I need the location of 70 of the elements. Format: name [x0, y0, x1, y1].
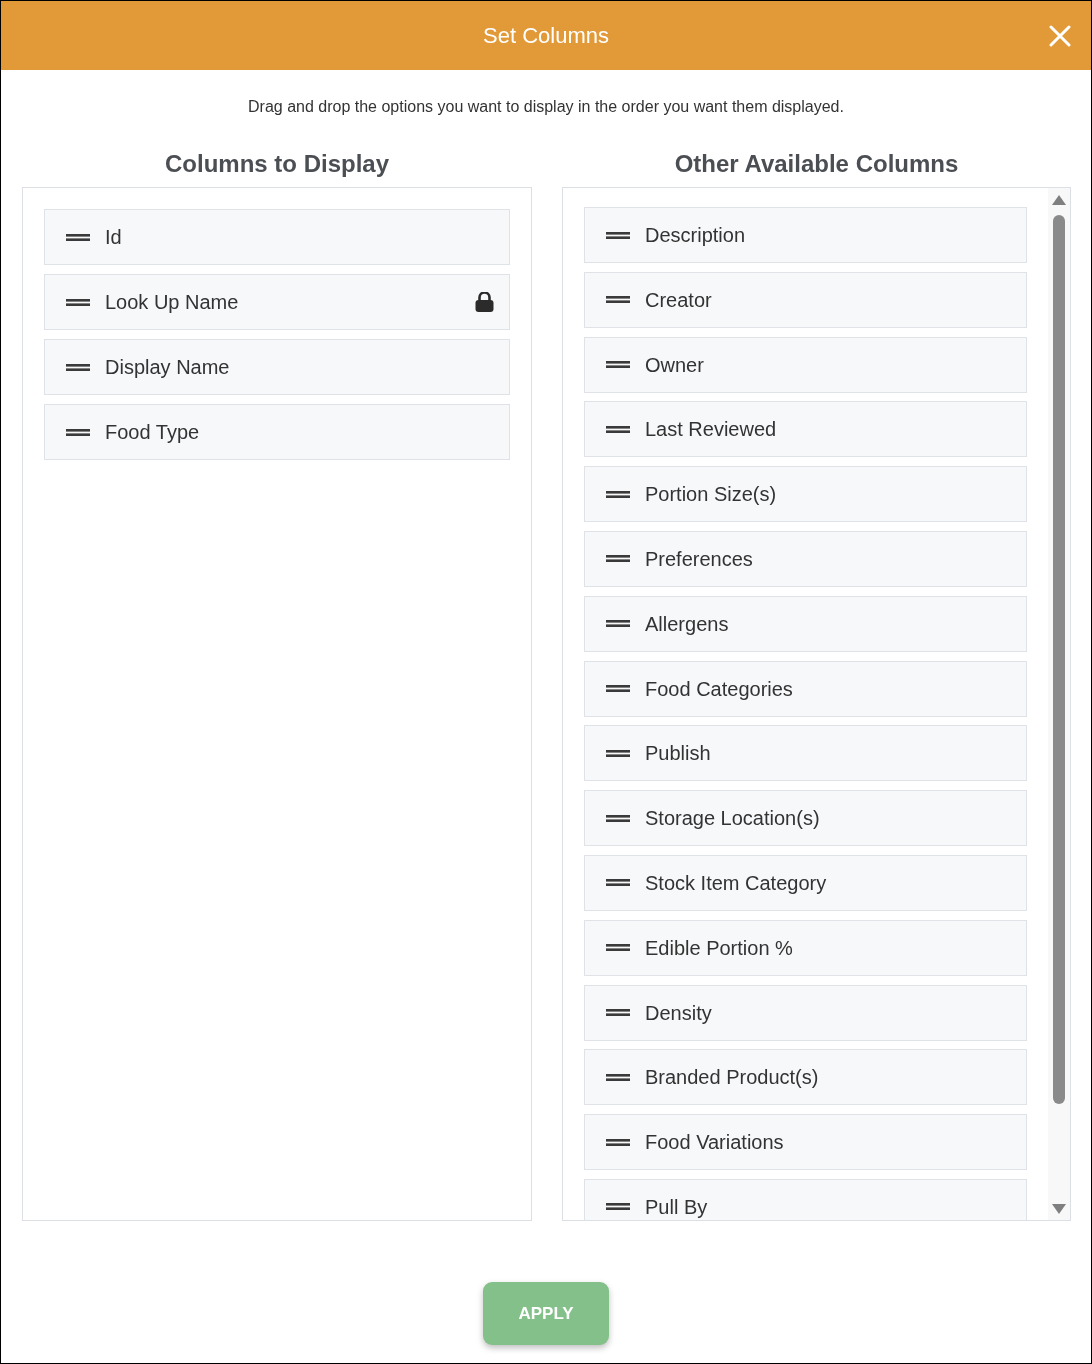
column-option-label: Edible Portion %: [645, 937, 793, 958]
dialog-title: Set Columns: [483, 21, 609, 50]
column-option[interactable]: Density: [584, 984, 1027, 1041]
column-option-label: Display Name: [105, 357, 230, 377]
column-option-label: Allergens: [645, 613, 729, 634]
close-icon: [1049, 24, 1071, 47]
column-option[interactable]: Food Categories: [584, 660, 1027, 717]
column-option[interactable]: Look Up Name: [44, 274, 510, 330]
drag-handle-icon[interactable]: [606, 685, 630, 693]
drag-handle-icon[interactable]: [606, 296, 630, 304]
column-option-label: Food Variations: [645, 1132, 784, 1153]
column-option[interactable]: Allergens: [584, 595, 1027, 652]
column-option[interactable]: Display Name: [44, 339, 510, 395]
column-option[interactable]: Owner: [584, 336, 1027, 393]
column-heading: Other Available Columns: [674, 149, 959, 179]
drag-handle-icon[interactable]: [66, 428, 90, 436]
drag-handle-icon[interactable]: [606, 1138, 630, 1146]
column-option-label: Food Type: [105, 422, 200, 442]
drag-handle-icon[interactable]: [606, 620, 630, 628]
drag-handle-icon[interactable]: [66, 298, 90, 306]
column-option-label: Stock Item Category: [645, 872, 827, 893]
column-option[interactable]: Pull By: [584, 1178, 1027, 1220]
drag-handle-icon[interactable]: [606, 749, 630, 757]
drag-handle-icon[interactable]: [606, 944, 630, 952]
column-option-label: Description: [645, 225, 746, 245]
column-option[interactable]: Last Reviewed: [584, 401, 1027, 458]
column-option-label: Id: [105, 227, 122, 247]
column-option[interactable]: Creator: [584, 271, 1027, 328]
column-option[interactable]: Preferences: [584, 531, 1027, 587]
column-option-label: Storage Location(s): [645, 808, 820, 829]
drag-handle-icon[interactable]: [606, 879, 630, 887]
column-option[interactable]: Publish: [584, 725, 1027, 782]
column-option-label: Food Categories: [645, 678, 793, 699]
drag-handle-icon[interactable]: [606, 425, 630, 433]
scroll-up-icon[interactable]: [1052, 195, 1066, 205]
column-option-label: Branded Product(s): [645, 1067, 819, 1088]
column-heading: Columns to Display: [165, 149, 389, 179]
drag-handle-icon[interactable]: [66, 233, 90, 241]
column-option-label: Preferences: [645, 549, 753, 569]
column-option[interactable]: Portion Size(s): [584, 466, 1027, 523]
scrollbar-thumb[interactable]: [1053, 215, 1065, 1104]
drag-handle-icon[interactable]: [606, 1203, 630, 1211]
column-option[interactable]: Id: [44, 209, 510, 265]
column-option[interactable]: Storage Location(s): [584, 790, 1027, 847]
column-option-label: Last Reviewed: [645, 419, 777, 440]
column-option-label: Owner: [645, 354, 704, 375]
column-option-label: Creator: [645, 289, 712, 310]
scrollbar[interactable]: [1048, 188, 1070, 1220]
column-option-label: Look Up Name: [105, 292, 239, 312]
column-option-label: Density: [645, 1002, 712, 1023]
lock-icon: [475, 292, 494, 312]
drag-handle-icon[interactable]: [606, 361, 630, 369]
column-option-label: Pull By: [645, 1196, 708, 1217]
drag-handle-icon[interactable]: [606, 1073, 630, 1081]
column-option[interactable]: Food Variations: [584, 1114, 1027, 1171]
column-option[interactable]: Description: [584, 207, 1027, 263]
column-option[interactable]: Food Type: [44, 404, 510, 460]
column-option[interactable]: Stock Item Category: [584, 854, 1027, 911]
drag-handle-icon[interactable]: [606, 1009, 630, 1017]
drag-handle-icon[interactable]: [66, 363, 90, 371]
column-option[interactable]: Edible Portion %: [584, 919, 1027, 976]
drag-handle-icon[interactable]: [606, 814, 630, 822]
scroll-down-icon[interactable]: [1052, 1204, 1066, 1214]
column-option[interactable]: Branded Product(s): [584, 1049, 1027, 1106]
drag-handle-icon[interactable]: [606, 490, 630, 498]
instructions-text: Drag and drop the options you want to display in the order you want them displayed.: [248, 97, 844, 117]
drag-handle-icon[interactable]: [606, 231, 630, 239]
column-option-label: Publish: [645, 743, 711, 764]
drag-handle-icon[interactable]: [606, 555, 630, 563]
column-option-label: Portion Size(s): [645, 484, 777, 505]
